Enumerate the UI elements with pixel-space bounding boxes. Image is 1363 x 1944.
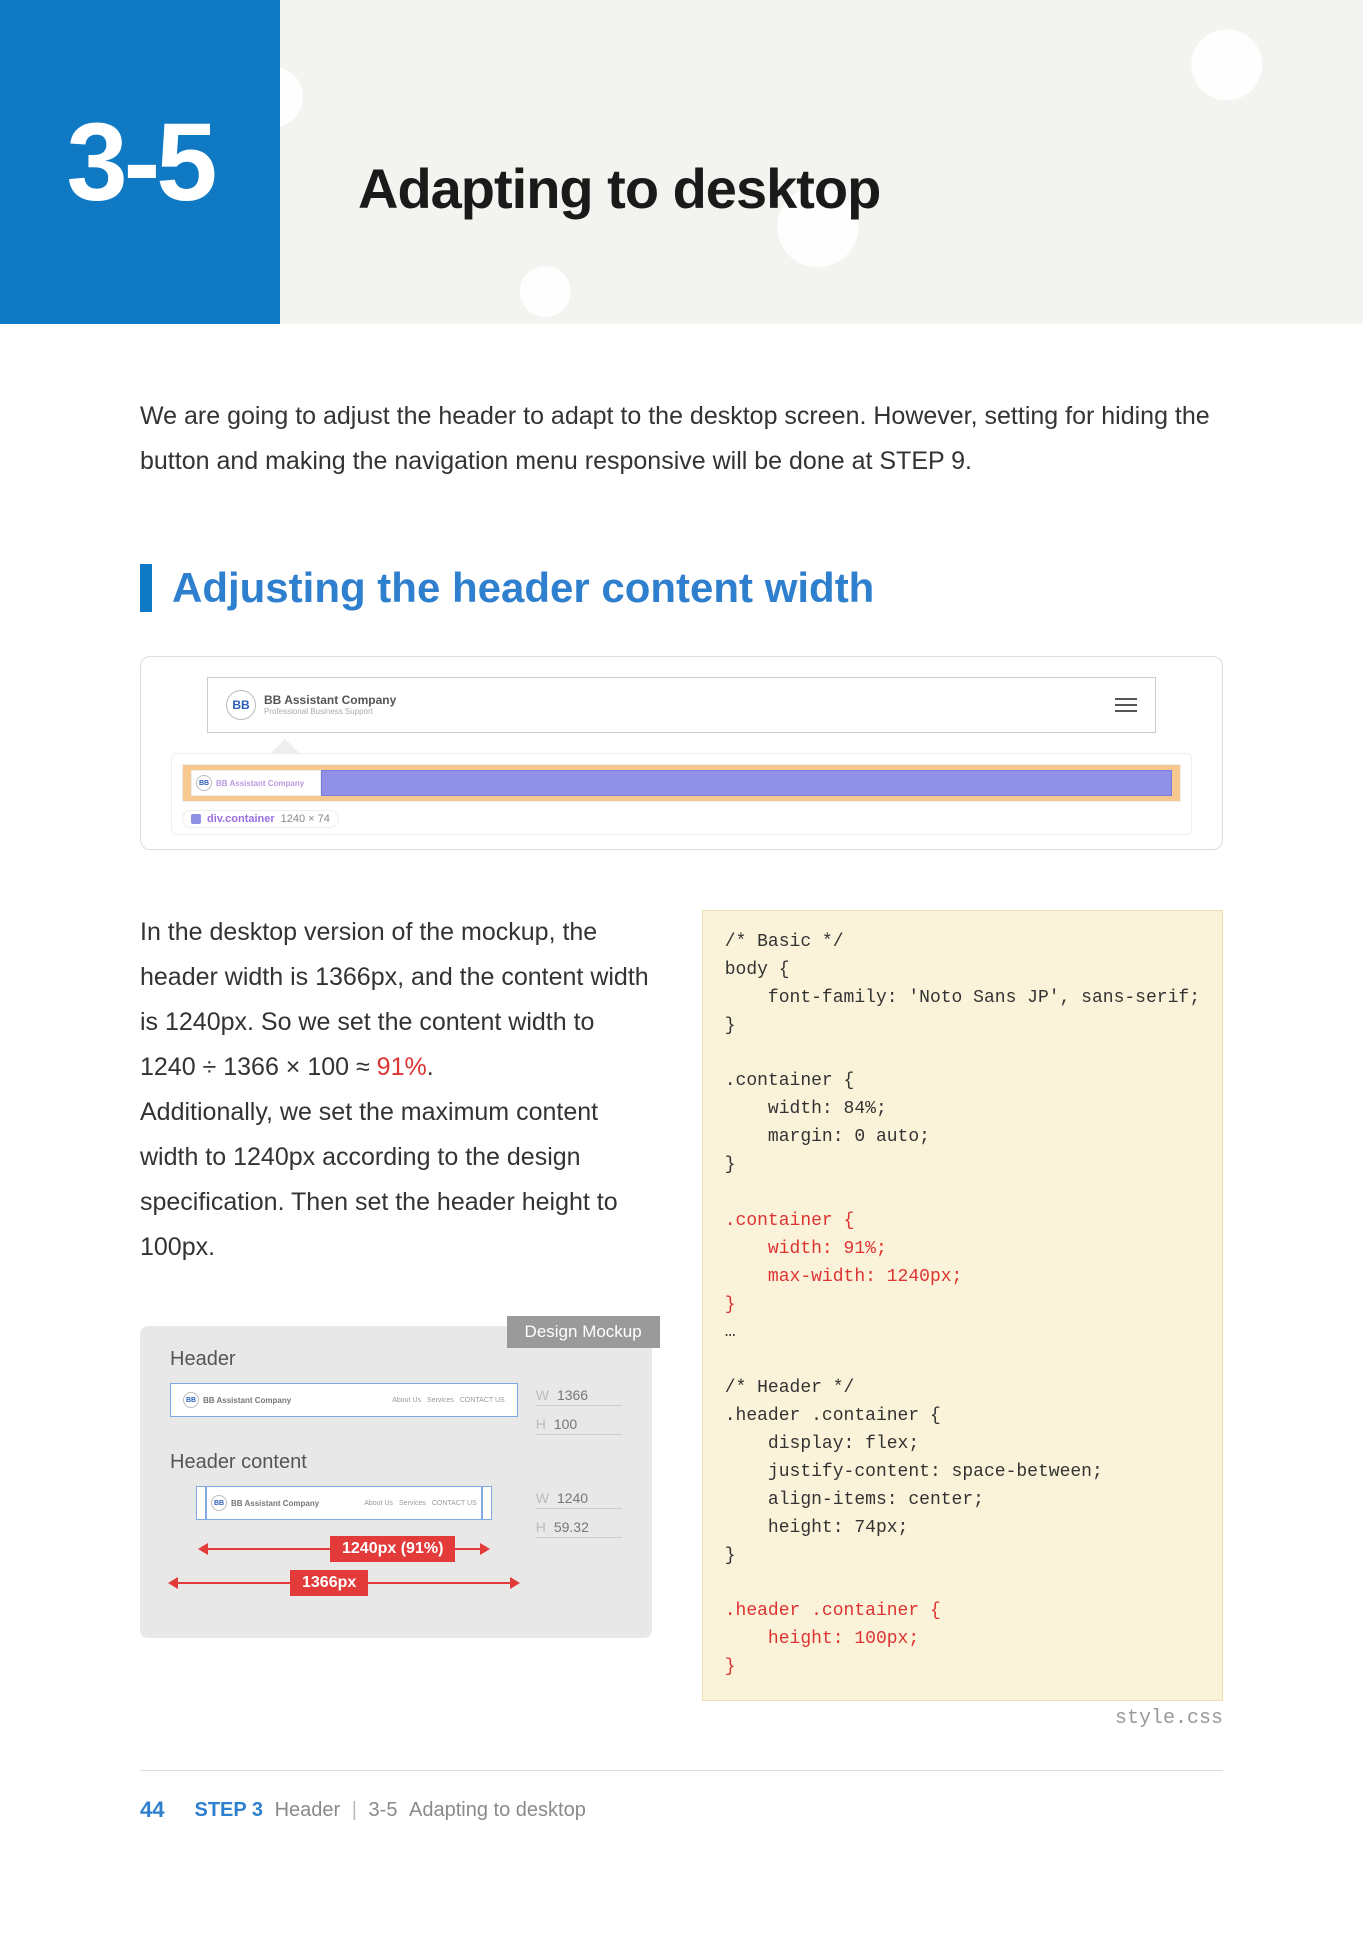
mini-nav: About Us Services CONTACT US [364, 1500, 477, 1507]
devtools-highlight-row: BB BB Assistant Company [182, 764, 1181, 802]
devtools-element-size: 1240 × 74 [281, 813, 330, 825]
devtools-logo-cell: BB BB Assistant Company [191, 770, 321, 796]
code-segment-header-hl: .header .container { height: 100px; } [725, 1601, 941, 1677]
design-content-dimensions: W1240 H59.32 [536, 1486, 622, 1538]
mini-nav-item: About Us [392, 1397, 421, 1404]
footer-step-name: Header [275, 1799, 341, 1821]
badge-1366: 1366px [290, 1570, 368, 1596]
footer-divider [140, 1770, 1223, 1771]
design-header-bar: BB BB Assistant Company About Us Service… [170, 1383, 518, 1417]
devtools-content-highlight [321, 770, 1172, 796]
body-p1-b: . [427, 1053, 434, 1081]
page: 3-5 Adapting to desktop We are going to … [0, 0, 1363, 1943]
mini-nav-item: About Us [364, 1500, 393, 1507]
mini-nav-item: Services [399, 1500, 426, 1507]
design-header-dimensions: W1366 H100 [536, 1383, 622, 1435]
mock-logo-badge-small: BB [196, 775, 212, 791]
design-mockup-tab: Design Mockup [507, 1316, 660, 1348]
mock-logo-text: BB Assistant Company [264, 694, 396, 707]
code-segment-container-hl: .container { width: 91%; max-width: 1240… [725, 1211, 963, 1315]
banner: 3-5 Adapting to desktop [0, 0, 1363, 324]
body-paragraph-1: In the desktop version of the mockup, th… [140, 910, 652, 1090]
devtools-mini-logo-text: BB Assistant Company [216, 779, 304, 788]
callout-pointer-icon [271, 739, 299, 753]
code-segment-header: … /* Header */ .header .container { disp… [725, 1322, 1103, 1565]
badge-1240-91: 1240px (91%) [330, 1536, 455, 1562]
footer-crumb-number: 3-5 [369, 1799, 398, 1821]
dim-header-w: 1366 [557, 1387, 588, 1403]
footer-breadcrumb: STEP 3 Header | 3-5 Adapting to desktop [194, 1799, 585, 1822]
design-label-header: Header [170, 1348, 622, 1371]
code-filename: style.css [702, 1707, 1223, 1730]
right-column: /* Basic */ body { font-family: 'Noto Sa… [702, 910, 1223, 1730]
two-column-row: In the desktop version of the mockup, th… [140, 910, 1223, 1730]
devtools-overlay: BB BB Assistant Company div.container 12… [171, 753, 1192, 835]
mini-logo-badge: BB [211, 1495, 227, 1511]
code-segment-basic: /* Basic */ body { font-family: 'Noto Sa… [725, 932, 1200, 1175]
content-column: We are going to adjust the header to ada… [0, 324, 1363, 1943]
section-number-badge: 3-5 [0, 0, 280, 324]
footer-crumb-name: Adapting to desktop [409, 1799, 586, 1821]
footer-step-label: STEP 3 [194, 1799, 263, 1821]
design-mockup-panel: Design Mockup Header BB BB Assistant Com… [140, 1326, 652, 1638]
left-column: In the desktop version of the mockup, th… [140, 910, 652, 1638]
code-block: /* Basic */ body { font-family: 'Noto Sa… [702, 910, 1223, 1701]
page-title: Adapting to desktop [358, 156, 880, 221]
design-row-header: BB BB Assistant Company About Us Service… [170, 1383, 622, 1435]
devtools-color-swatch [191, 814, 201, 824]
body-p1-highlight: 91% [377, 1053, 427, 1081]
design-row-content: BB BB Assistant Company About Us Service… [170, 1486, 622, 1538]
section-number: 3-5 [67, 99, 214, 226]
mock-logo-badge: BB [226, 690, 256, 720]
dim-content-w: 1240 [557, 1490, 588, 1506]
devtools-element-tag: div.container [207, 813, 275, 825]
design-content-bar: BB BB Assistant Company About Us Service… [196, 1486, 492, 1520]
mini-nav-item: CONTACT US [432, 1500, 477, 1507]
devtools-element-label: div.container 1240 × 74 [182, 810, 339, 828]
dim-header-h: 100 [554, 1416, 577, 1432]
hamburger-icon [1115, 698, 1137, 712]
mock-logo-subtext: Professional Business Support [264, 707, 396, 716]
dim-content-h: 59.32 [554, 1519, 589, 1535]
design-label-content: Header content [170, 1451, 622, 1474]
mini-nav-item: CONTACT US [460, 1397, 505, 1404]
header-screenshot-mock: BB BB Assistant Company Professional Bus… [140, 656, 1223, 850]
mini-logo-text: BB Assistant Company [231, 1499, 319, 1508]
intro-paragraph: We are going to adjust the header to ada… [140, 394, 1223, 484]
mini-nav-item: Services [427, 1397, 454, 1404]
page-number: 44 [140, 1797, 164, 1823]
mini-logo-badge: BB [183, 1392, 199, 1408]
mini-nav: About Us Services CONTACT US [392, 1397, 505, 1404]
mini-logo-text: BB Assistant Company [203, 1396, 291, 1405]
mock-header-bar: BB BB Assistant Company Professional Bus… [207, 677, 1156, 733]
section-heading: Adjusting the header content width [140, 564, 1223, 612]
body-paragraph-2: Additionally, we set the maximum content… [140, 1090, 652, 1270]
mock-logo: BB BB Assistant Company Professional Bus… [226, 690, 396, 720]
page-footer: 44 STEP 3 Header | 3-5 Adapting to deskt… [140, 1797, 1223, 1903]
design-width-arrows: 1240px (91%) 1366px [170, 1542, 622, 1612]
